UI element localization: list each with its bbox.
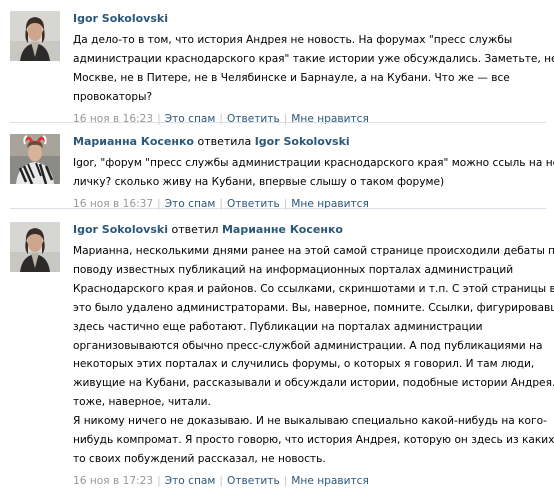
separator: | bbox=[219, 474, 223, 487]
comment-line: нибудь компромат. Я просто говорю, что и… bbox=[73, 434, 554, 447]
like-link[interactable]: Мне нравится bbox=[291, 475, 369, 487]
comment-line: Я никому ничего не доказываю. И не выкал… bbox=[73, 415, 547, 428]
comment-line: то своих побуждений рассказал, не новост… bbox=[73, 452, 326, 465]
avatar[interactable] bbox=[10, 134, 60, 184]
comment-header: Igor Sokolovski bbox=[73, 11, 544, 27]
comment: Марианна Косенко ответила Igor Sokolovsk… bbox=[0, 122, 554, 210]
comment-line: некоторых этих порталах и случились фору… bbox=[73, 358, 535, 371]
comment-line: Краснодарского края и районов. Со ссылка… bbox=[73, 282, 554, 295]
reply-verb: ответил bbox=[171, 223, 219, 236]
comment-body: Марианна Косенко ответила Igor Sokolovsk… bbox=[73, 134, 554, 212]
comment-text: Igor, "форум "пресс службы администрации… bbox=[73, 154, 554, 192]
comment-line: Igor, "форум "пресс службы администрации… bbox=[73, 157, 554, 169]
avatar[interactable] bbox=[10, 222, 60, 272]
author-link[interactable]: Igor Sokolovski bbox=[73, 223, 168, 236]
comment-line: здесь частично еще работают. Публикации … bbox=[73, 320, 483, 333]
comment-text: Да дело-то в том, что история Андрея не … bbox=[73, 31, 554, 107]
comment-line: организовываются обычно пресс-службой ад… bbox=[73, 339, 543, 352]
comment-body: Igor Sokolovski ответил Марианне Косенко… bbox=[73, 222, 554, 489]
reply-verb: ответила bbox=[197, 135, 252, 148]
comment-line: администрации краснодарского края" такие… bbox=[73, 52, 554, 65]
comment-line: это было удалено администраторами. Вы, н… bbox=[73, 301, 554, 314]
comment-line: Марианна, несколькими днями ранее на это… bbox=[73, 245, 554, 257]
separator: | bbox=[283, 474, 288, 487]
comment-date[interactable]: 16 ноя в 17:23 bbox=[73, 475, 153, 487]
comment-meta: 16 ноя в 17:23 | Это спам | Ответить | Мне нра… bbox=[73, 473, 544, 489]
reply-to-link[interactable]: Igor Sokolovski bbox=[255, 135, 350, 148]
author-link[interactable]: Igor Sokolovski bbox=[73, 12, 168, 25]
comment-line: поводу известных публикаций на информаци… bbox=[73, 263, 514, 276]
comment-header: Марианна Косенко ответила Igor Sokolovsk… bbox=[73, 134, 544, 150]
author-link[interactable]: Марианна Косенко bbox=[73, 135, 194, 148]
comment-line: Москве, не в Питере, не в Челябинске и Б… bbox=[73, 71, 510, 84]
reply-to-link[interactable]: Марианне Косенко bbox=[222, 223, 343, 236]
comment-line: провокаторы? bbox=[73, 90, 153, 103]
comment-body: Igor Sokolovski Да дело-то в том, что ис… bbox=[73, 11, 554, 127]
comment: Igor Sokolovski Да дело-то в том, что ис… bbox=[0, 0, 554, 125]
comment-line: живущие на Кубани, рассказывали и обсужд… bbox=[73, 377, 554, 390]
avatar[interactable] bbox=[10, 11, 60, 61]
comment-line: Да дело-то в том, что история Андрея не … bbox=[73, 34, 513, 46]
separator: | bbox=[157, 474, 161, 487]
reply-link[interactable]: Ответить bbox=[227, 475, 280, 487]
comment-line: личку? сколько живу на Кубани, впервые с… bbox=[73, 175, 445, 188]
comment: Igor Sokolovski ответил Марианне Косенко… bbox=[0, 208, 554, 487]
comment-header: Igor Sokolovski ответил Марианне Косенко bbox=[73, 222, 544, 238]
spam-link[interactable]: Это спам bbox=[165, 475, 216, 487]
comment-text: Марианна, несколькими днями ранее на это… bbox=[73, 242, 554, 469]
comment-line: тоже, наверное, читали. bbox=[73, 396, 211, 409]
